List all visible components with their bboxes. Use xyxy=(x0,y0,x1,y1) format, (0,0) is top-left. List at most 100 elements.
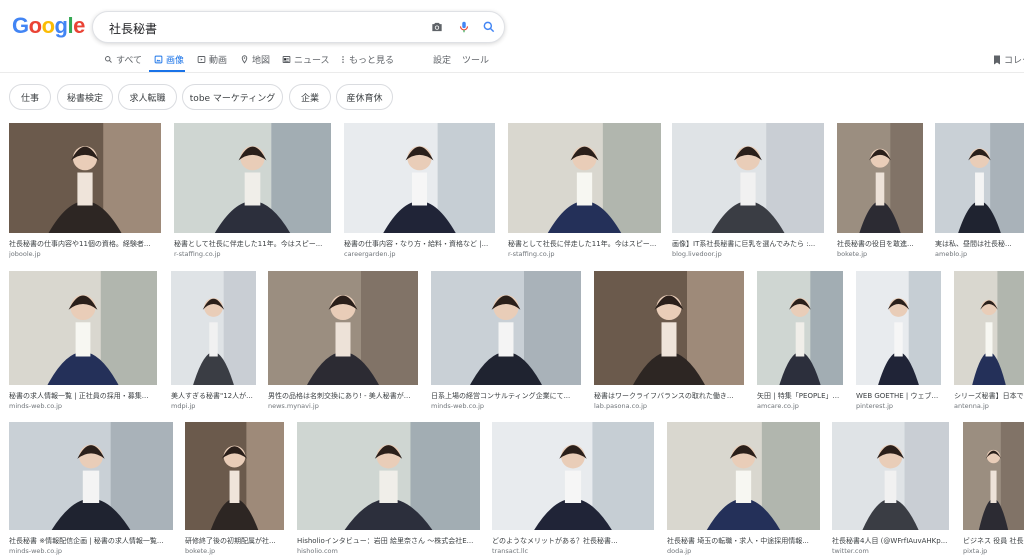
photo-placeholder-icon xyxy=(935,123,1024,233)
map-pin-icon xyxy=(241,55,248,64)
tab-more[interactable]: もっと見る xyxy=(340,53,394,66)
image-caption[interactable]: シリーズ秘書】日本で... xyxy=(954,391,1024,401)
chip-label: 秘書検定 xyxy=(66,93,103,104)
image-caption[interactable]: 秘書として社長に伴走した11年。今はスピー... xyxy=(508,239,661,249)
image-caption[interactable]: 男性の品格は名刺交換にあり! - 美人秘書が... xyxy=(268,391,418,401)
image-thumbnail[interactable] xyxy=(492,422,654,530)
tab-news[interactable]: ニュース xyxy=(282,53,330,66)
photo-placeholder-icon xyxy=(297,422,480,530)
image-caption[interactable]: WEB GOETHE | ウェブ... xyxy=(856,391,941,401)
image-source: minds-web.co.jp xyxy=(431,402,485,410)
chip-filter[interactable]: 産休育休 xyxy=(336,84,393,110)
header-divider xyxy=(0,72,1024,73)
bookmark-icon xyxy=(994,55,1000,64)
image-caption[interactable]: 社長秘書の仕事内容や11個の資格。経験者... xyxy=(9,239,161,249)
image-source: news.mynavi.jp xyxy=(268,402,319,410)
photo-placeholder-icon xyxy=(9,271,157,385)
logo-letter: o xyxy=(28,13,42,38)
search-icon[interactable] xyxy=(482,19,498,35)
image-thumbnail[interactable] xyxy=(9,271,157,385)
google-logo[interactable]: Google xyxy=(12,13,85,39)
image-source: antenna.jp xyxy=(954,402,989,410)
image-caption[interactable]: 秘書の求人情報一覧 | 正社員の採用・募集... xyxy=(9,391,157,401)
image-caption[interactable]: 日系上場の経営コンサルティング企業にて... xyxy=(431,391,581,401)
image-source: bokete.jp xyxy=(837,250,868,258)
image-thumbnail[interactable] xyxy=(856,271,941,385)
image-thumbnail[interactable] xyxy=(297,422,480,530)
image-thumbnail[interactable] xyxy=(171,271,256,385)
image-thumbnail[interactable] xyxy=(837,123,923,233)
image-thumbnail[interactable] xyxy=(9,123,161,233)
image-thumbnail[interactable] xyxy=(174,123,331,233)
photo-placeholder-icon xyxy=(185,422,284,530)
news-icon xyxy=(282,56,291,63)
chip-filter[interactable]: 秘書検定 xyxy=(57,84,113,110)
image-caption[interactable]: 社長秘書4人目 (@WFrfIAuvAHKp... xyxy=(832,536,949,546)
tab-tools[interactable]: ツール xyxy=(462,53,489,66)
tab-label: すべて xyxy=(116,56,143,66)
image-caption[interactable]: 社長秘書の役目を敢進... xyxy=(837,239,923,249)
tab-label: もっと見る xyxy=(349,56,395,66)
chip-filter[interactable]: 求人転職 xyxy=(118,84,177,110)
image-thumbnail[interactable] xyxy=(344,123,495,233)
image-caption[interactable]: ビジネス 役員 社長 xyxy=(963,536,1024,546)
image-caption[interactable]: 秘書はワークライフバランスの取れた働き... xyxy=(594,391,744,401)
image-caption[interactable]: 社長秘書 埼玉の転職・求人・中途採用情報... xyxy=(667,536,820,546)
chip-label: tobe マーケティング xyxy=(189,93,276,104)
logo-letter: e xyxy=(73,13,85,38)
chip-filter[interactable]: 仕事 xyxy=(9,84,51,110)
video-icon xyxy=(197,56,206,63)
image-caption[interactable]: どのようなメリットがある？社長秘書... xyxy=(492,536,654,546)
image-thumbnail[interactable] xyxy=(963,422,1024,530)
image-source: blog.livedoor.jp xyxy=(672,250,722,258)
image-thumbnail[interactable] xyxy=(832,422,949,530)
image-thumbnail[interactable] xyxy=(9,422,173,530)
image-source: minds-web.co.jp xyxy=(9,402,63,410)
search-input[interactable] xyxy=(107,17,411,39)
image-source: amcare.co.jp xyxy=(757,402,799,410)
image-caption[interactable]: Hisholioインタビュー：岩田 絵里奈さん ～株式会社E... xyxy=(297,536,480,546)
photo-placeholder-icon xyxy=(856,271,941,385)
tab-label: 画像 xyxy=(166,56,185,66)
tab-label: 設定 xyxy=(433,56,452,66)
image-thumbnail[interactable] xyxy=(431,271,581,385)
image-thumbnail[interactable] xyxy=(757,271,843,385)
image-caption[interactable]: 秘書として社長に伴走した11年。今はスピー... xyxy=(174,239,331,249)
chip-label: 企業 xyxy=(300,93,319,104)
image-caption[interactable]: 社長秘書 ※情報配信企画 | 秘書の求人情報一覧... xyxy=(9,536,173,546)
tab-images[interactable]: 画像 xyxy=(154,53,184,66)
image-thumbnail[interactable] xyxy=(667,422,820,530)
image-caption[interactable]: 実は私、昼間は社長秘... xyxy=(935,239,1024,249)
image-thumbnail[interactable] xyxy=(268,271,418,385)
tab-settings[interactable]: 設定 xyxy=(433,53,451,66)
image-caption[interactable]: 研修終了後の初期配属が社... xyxy=(185,536,284,546)
microphone-icon[interactable] xyxy=(457,19,473,35)
camera-icon[interactable] xyxy=(430,19,446,35)
image-caption[interactable]: 美人すぎる秘書"12人が... xyxy=(171,391,256,401)
chip-filter[interactable]: 企業 xyxy=(289,84,331,110)
chip-filter[interactable]: tobe マーケティング xyxy=(182,84,283,110)
photo-placeholder-icon xyxy=(594,271,744,385)
image-thumbnail[interactable] xyxy=(508,123,661,233)
image-source: mdpi.jp xyxy=(171,402,196,410)
tab-maps[interactable]: 地図 xyxy=(240,53,270,66)
photo-placeholder-icon xyxy=(757,271,843,385)
image-caption[interactable]: 秘書の仕事内容・なり方・給料・資格など |... xyxy=(344,239,495,249)
image-thumbnail[interactable] xyxy=(954,271,1024,385)
collections-label: コレク xyxy=(1004,56,1024,66)
tab-all[interactable]: すべて xyxy=(104,53,142,66)
photo-placeholder-icon xyxy=(171,271,256,385)
image-source: ameblo.jp xyxy=(935,250,968,258)
chip-label: 求人転職 xyxy=(129,93,166,104)
photo-placeholder-icon xyxy=(9,123,161,233)
tab-videos[interactable]: 動画 xyxy=(197,53,227,66)
image-thumbnail[interactable] xyxy=(185,422,284,530)
photo-placeholder-icon xyxy=(492,422,654,530)
collections-link[interactable]: コレク xyxy=(993,53,1024,66)
photo-placeholder-icon xyxy=(954,271,1024,385)
image-caption[interactable]: 画像】IT系社長秘書に巨乳を選んでみたら :... xyxy=(672,239,824,249)
image-caption[interactable]: 矢田 | 特集「PEOPLE」... xyxy=(757,391,843,401)
image-thumbnail[interactable] xyxy=(935,123,1024,233)
image-thumbnail[interactable] xyxy=(594,271,744,385)
image-thumbnail[interactable] xyxy=(672,123,824,233)
